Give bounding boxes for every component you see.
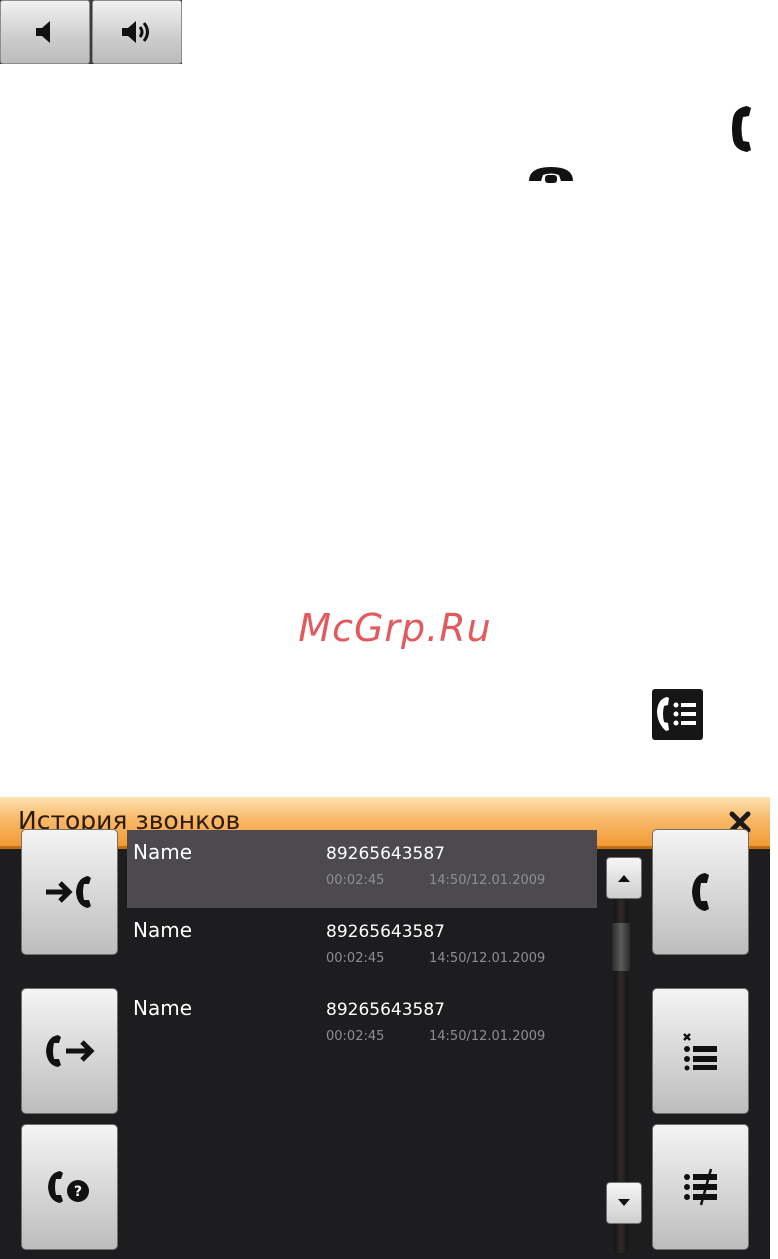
call-list-item[interactable]: Name 89265643587 00:02:45 14:50/12.01.20… [127,986,597,1064]
delete-all-button[interactable] [652,1124,749,1250]
call-list-item[interactable]: Name 89265643587 00:02:45 14:50/12.01.20… [127,908,597,986]
call-list-item[interactable]: Name 89265643587 00:02:45 14:50/12.01.20… [127,830,597,908]
missed-calls-button[interactable]: ? [21,1124,118,1250]
call-datetime: 14:50/12.01.2009 [429,951,546,966]
caller-name: Name [133,918,193,942]
incoming-calls-icon [45,876,91,908]
volume-button-group [0,0,182,64]
phone-icon [729,104,757,154]
svg-text:?: ? [73,1184,81,1200]
volume-down-icon [36,21,50,43]
hang-up-icon [527,163,575,183]
caller-name: Name [133,840,193,864]
volume-down-button[interactable] [0,0,90,64]
outgoing-calls-icon [45,1035,95,1067]
call-button[interactable] [652,829,749,955]
call-datetime: 14:50/12.01.2009 [429,1029,546,1044]
scroll-down-button[interactable] [606,1182,642,1224]
call-datetime: 14:50/12.01.2009 [429,873,546,888]
scroll-up-button[interactable] [606,857,642,899]
call-icon [691,873,709,911]
call-duration: 00:02:45 [326,951,385,966]
call-duration: 00:02:45 [326,1029,385,1044]
caller-name: Name [133,996,193,1020]
call-history-icon [652,689,703,740]
caller-number: 89265643587 [326,1000,445,1020]
delete-entry-button[interactable] [652,988,749,1114]
incoming-calls-button[interactable] [21,829,118,955]
call-duration: 00:02:45 [326,873,385,888]
arrow-up-icon [618,875,630,882]
delete-entry-icon [682,1033,717,1071]
arrow-down-icon [618,1199,630,1206]
delete-all-icon [683,1168,717,1206]
watermark: McGrp.Ru [298,606,492,650]
volume-up-icon [122,21,149,43]
scrollbar-thumb[interactable] [612,923,630,971]
caller-number: 89265643587 [326,844,445,864]
missed-calls-icon: ? [47,1171,89,1203]
outgoing-calls-button[interactable] [21,988,118,1114]
volume-up-button[interactable] [92,0,182,64]
caller-number: 89265643587 [326,922,445,942]
call-history-dialog: История звонков ? Name 89265643587 00:02… [0,797,770,1259]
